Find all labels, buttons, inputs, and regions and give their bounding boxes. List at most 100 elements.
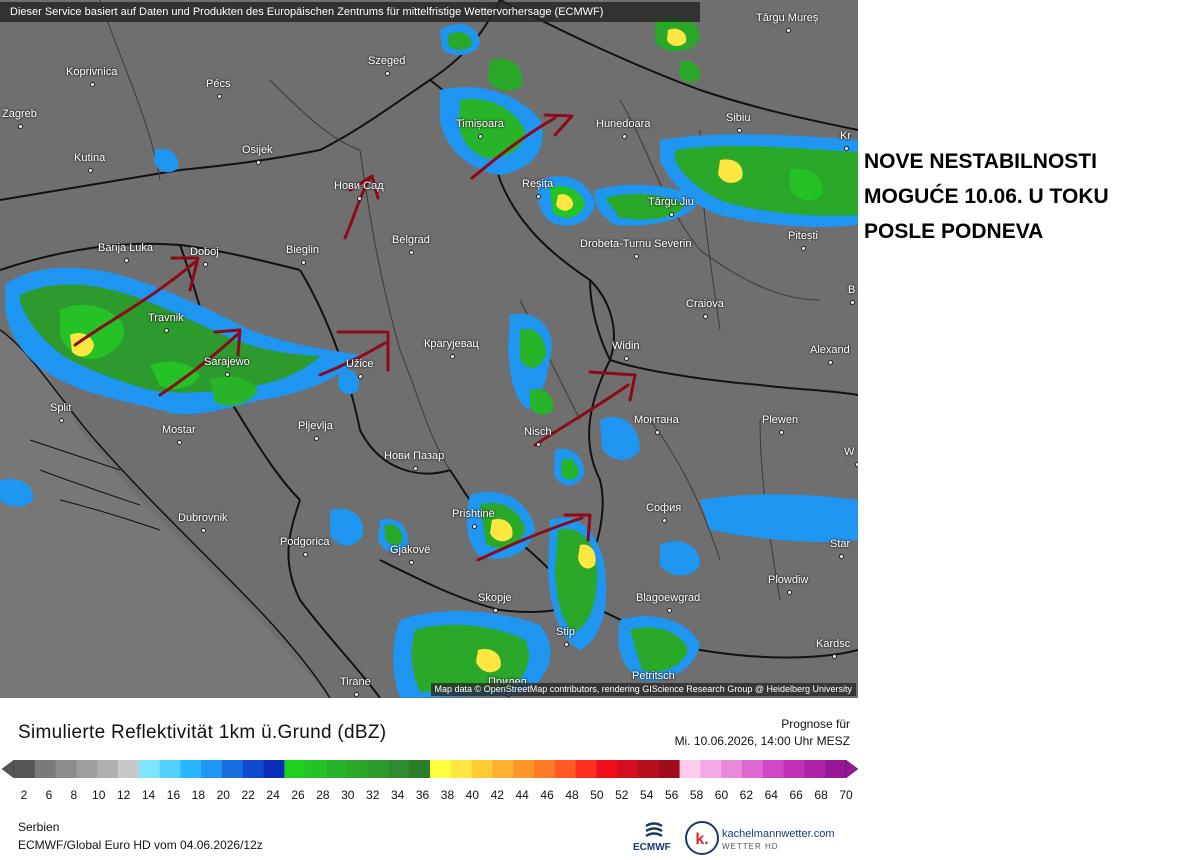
ecmwf-mark-icon <box>645 822 663 838</box>
city-label: Târgu Mureș <box>756 12 819 33</box>
scale-color-box <box>388 760 410 778</box>
city-label: Târgu Jiu <box>648 196 694 217</box>
city-label: Pécs <box>206 78 231 99</box>
scale-color-box <box>513 760 535 778</box>
scale-tick-label: 66 <box>789 788 803 802</box>
scale-tick-label: 68 <box>814 788 828 802</box>
city-label: W Ta <box>844 446 858 467</box>
city-label: Монтана <box>634 414 679 435</box>
city-label: Kr <box>840 130 851 151</box>
forecast-time-block: Prognose für Mi. 10.06.2026, 14:00 Uhr M… <box>675 716 850 750</box>
reflectivity-color-scale <box>1 759 859 779</box>
city-label: Widin <box>612 340 640 361</box>
scale-color-box <box>180 760 202 778</box>
city-label: Craiova <box>686 298 724 319</box>
city-label: Bieglin <box>286 244 320 265</box>
scale-color-box <box>575 760 597 778</box>
scale-tick-label: 16 <box>166 788 181 802</box>
scale-color-box <box>367 760 389 778</box>
scale-color-box <box>201 760 223 778</box>
city-label: Gjakovë <box>390 544 431 565</box>
scale-color-box <box>825 760 847 778</box>
scale-color-box <box>534 760 556 778</box>
scale-tick-label: 64 <box>764 788 778 802</box>
scale-color-box <box>305 760 327 778</box>
annotation-line: NOVE NESTABILNOSTI <box>864 150 1097 173</box>
scale-ticks: 2 6 8 10 12 14 16 18 20 22 24 26 28 30 32 34 36 38 40 42 44 4… <box>0 788 860 804</box>
scale-color-box <box>76 760 98 778</box>
scale-tick-label: 48 <box>565 788 579 802</box>
map-attribution[interactable]: Map data © OpenStreetMap contributors, r… <box>430 683 856 696</box>
city-label: Dubrovnik <box>178 512 228 533</box>
scale-tick-label: 10 <box>92 788 106 802</box>
forecast-map[interactable]: Dieser Service basiert auf Daten und Pro… <box>0 0 858 698</box>
scale-tick-label: 70 <box>839 788 853 802</box>
city-label: Osijek <box>242 144 273 165</box>
scale-tick-label: 46 <box>540 788 554 802</box>
scale-color-box <box>242 760 264 778</box>
scale-color-box <box>14 760 36 778</box>
ecmwf-logo-text: ECMWF <box>633 842 671 853</box>
city-label: Split <box>50 402 72 423</box>
city-label: Tirane <box>340 676 371 697</box>
scale-tick-label: 50 <box>590 788 604 802</box>
scale-color-box <box>554 760 576 778</box>
city-label: Sarajewo <box>204 356 250 377</box>
city-label: Timișoara <box>456 118 504 139</box>
city-label: Крагујевац <box>424 338 479 359</box>
forecast-time: Mi. 10.06.2026, 14:00 Uhr MESZ <box>674 734 850 748</box>
scale-color-box <box>492 760 514 778</box>
city-label: Blagoewgrad <box>636 592 701 613</box>
scale-color-box <box>450 760 472 778</box>
scale-color-box <box>762 760 784 778</box>
city-label: Drobeta-Turnu Severin <box>580 238 692 259</box>
city-label: Szeged <box>368 55 406 76</box>
scale-tick-label: 58 <box>689 788 704 802</box>
city-label: Kardsc <box>816 638 851 659</box>
city-label: Hunedoara <box>596 118 651 139</box>
scale-color-box <box>159 760 181 778</box>
scale-tick-label: 26 <box>291 788 305 802</box>
scale-color-box <box>55 760 77 778</box>
city-label: Alexand <box>810 344 850 365</box>
scale-boxes <box>1 759 859 779</box>
legend-title: Simulierte Reflektivität 1km ü.Grund (dB… <box>18 722 387 743</box>
scale-color-box <box>617 760 639 778</box>
city-label: Stip <box>556 626 575 647</box>
scale-tick-label: 14 <box>141 788 156 802</box>
scale-tick-label: 8 <box>70 788 78 802</box>
scale-tick-label: 52 <box>615 788 629 802</box>
region-label: Serbien <box>18 820 60 834</box>
city-label: Užice <box>346 358 374 379</box>
ecmwf-logo[interactable]: ECMWF <box>632 822 676 856</box>
scale-color-box <box>409 760 431 778</box>
scale-tick-label: 30 <box>341 788 355 802</box>
city-label: Mostar <box>162 424 196 445</box>
scale-color-box <box>638 760 660 778</box>
city-label: Pitești <box>788 230 818 251</box>
city-label: Belgrad <box>392 234 430 255</box>
scale-tick-label: 18 <box>191 788 206 802</box>
scale-color-box <box>284 760 306 778</box>
scale-color-box <box>783 760 805 778</box>
city-label: Doboj <box>190 246 219 267</box>
scale-color-box <box>326 760 348 778</box>
scale-tick-label: 54 <box>640 788 654 802</box>
scale-color-box <box>138 760 160 778</box>
city-label: Petritsch <box>632 670 675 691</box>
scale-color-box <box>721 760 743 778</box>
scale-tick-label: 20 <box>216 788 230 802</box>
kachelmann-logo-text[interactable]: kachelmannwetter.com <box>722 828 835 840</box>
scale-tick-label: 56 <box>664 788 679 802</box>
scale-tick-label: 6 <box>45 788 53 802</box>
scale-color-box <box>34 760 56 778</box>
kachelmann-logo-icon[interactable]: k. <box>684 820 720 856</box>
scale-tick-label: 28 <box>316 788 330 802</box>
scale-color-box <box>658 760 680 778</box>
scale-tick-label: 24 <box>266 788 280 802</box>
scale-color-box <box>97 760 119 778</box>
city-label: Travnik <box>148 312 184 333</box>
scale-tick-label: 44 <box>515 788 529 802</box>
city-label: Podgorica <box>280 536 330 557</box>
scale-tick-label: 32 <box>366 788 380 802</box>
